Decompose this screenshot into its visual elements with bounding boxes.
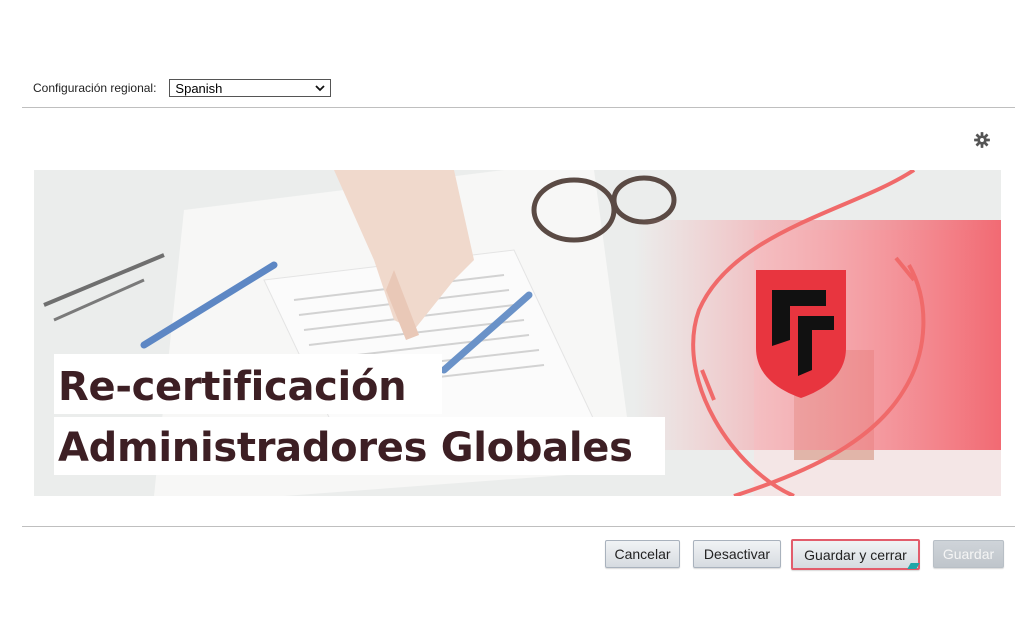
divider-top <box>22 107 1015 108</box>
banner-title-line-1: Re-certificación <box>58 364 407 410</box>
save-button[interactable]: Guardar <box>933 540 1004 568</box>
chevron-down-icon <box>315 85 326 92</box>
banner-title-line-2: Administradores Globales <box>58 425 633 471</box>
divider-bottom <box>22 526 1015 527</box>
gear-icon[interactable] <box>973 131 991 149</box>
locale-row: Configuración regional: Spanish <box>33 77 332 99</box>
course-banner: Re-certificación Administradores Globale… <box>34 170 1001 496</box>
locale-label: Configuración regional: <box>33 81 157 95</box>
save-and-close-button[interactable]: Guardar y cerrar <box>791 539 920 570</box>
deactivate-button[interactable]: Desactivar <box>693 540 781 568</box>
cancel-button[interactable]: Cancelar <box>605 540 680 568</box>
locale-select[interactable]: Spanish <box>169 79 332 97</box>
locale-select-value: Spanish <box>175 80 223 96</box>
